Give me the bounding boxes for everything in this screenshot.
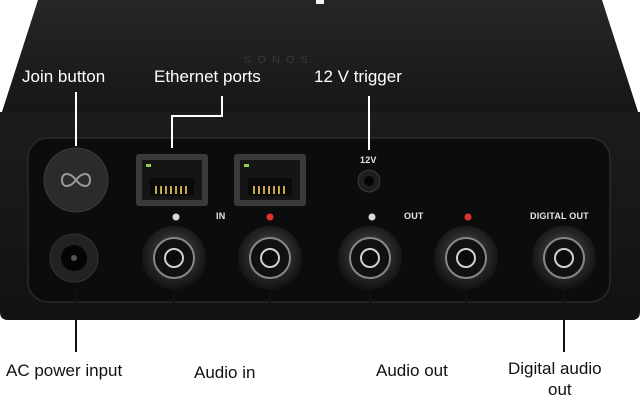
rca-audio-out-right	[434, 226, 498, 290]
device-top	[0, 0, 640, 118]
audio-out-right-indicator	[464, 213, 472, 221]
panel-label-12v: 12V	[360, 155, 377, 165]
panel-label-in: IN	[216, 211, 226, 221]
callout-12v-trigger: 12 V trigger	[314, 67, 402, 86]
ethernet-port-1	[136, 154, 208, 206]
callout-digital-audio-out-line2: out	[548, 380, 572, 399]
status-light	[316, 0, 324, 4]
callout-ac-power-input: AC power input	[6, 361, 123, 380]
panel-label-digital-out: DIGITAL OUT	[530, 211, 589, 221]
rca-digital-out	[532, 226, 596, 290]
audio-out-left-indicator	[368, 213, 376, 221]
callout-audio-in: Audio in	[194, 363, 256, 382]
device-illustration	[0, 0, 640, 352]
callout-ethernet-ports: Ethernet ports	[154, 67, 261, 86]
connector-panel	[27, 137, 611, 303]
callout-audio-out: Audio out	[376, 361, 448, 380]
rca-audio-out-left	[338, 226, 402, 290]
ethernet-port-2	[234, 154, 306, 206]
callout-digital-audio-out-line1: Digital audio	[508, 359, 602, 378]
rca-audio-in-left	[142, 226, 206, 290]
rca-audio-in-right	[238, 226, 302, 290]
brand-logo: SONOS	[244, 54, 314, 66]
sonos-port-rear-diagram: SONOS 12V IN OUT DIGITAL OUT Join button…	[0, 0, 640, 400]
callout-join-button: Join button	[22, 67, 106, 86]
audio-in-right-indicator	[266, 213, 274, 221]
panel-label-out: OUT	[404, 211, 424, 221]
audio-in-left-indicator	[172, 213, 180, 221]
